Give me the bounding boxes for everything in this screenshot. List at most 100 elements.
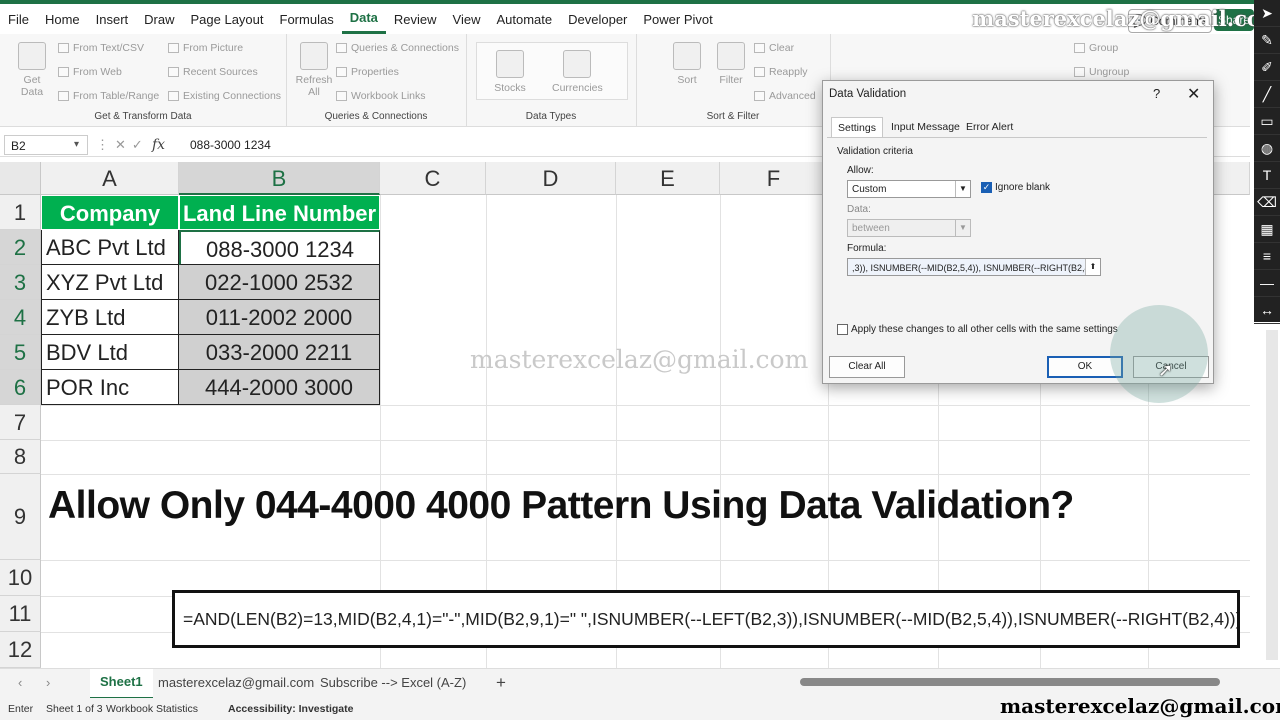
tab-home[interactable]: Home — [37, 8, 88, 32]
tab-draw[interactable]: Draw — [136, 8, 182, 32]
queries-connections-button[interactable]: Queries & Connections — [336, 42, 459, 54]
sheet-tab-subscribe[interactable]: Subscribe --> Excel (A-Z) — [310, 669, 476, 697]
row-header-9[interactable]: 9 — [0, 474, 41, 560]
cell-b5[interactable]: 033-2000 2211 — [179, 335, 380, 370]
row-header-5[interactable]: 5 — [0, 335, 41, 370]
column-header-a[interactable]: A — [41, 162, 179, 195]
chevron-right-icon[interactable]: › — [46, 675, 50, 690]
row-header-8[interactable]: 8 — [0, 440, 41, 474]
chevron-down-icon[interactable]: ▾ — [74, 135, 79, 155]
tab-file[interactable]: File — [0, 8, 37, 32]
row-header-4[interactable]: 4 — [0, 300, 41, 335]
dialog-tab-input-message[interactable]: Input Message — [885, 117, 966, 137]
tab-view[interactable]: View — [445, 8, 489, 32]
row-header-1[interactable]: 1 — [0, 195, 41, 230]
minimize-icon[interactable]: — — [1254, 270, 1280, 297]
pen-icon[interactable]: ✎ — [1254, 27, 1280, 54]
collapse-icon[interactable]: ⬆ — [1085, 259, 1100, 275]
tab-developer[interactable]: Developer — [560, 8, 635, 32]
eraser-icon[interactable]: ⌫ — [1254, 189, 1280, 216]
formula-input[interactable]: 088-3000 1234 — [190, 135, 271, 155]
cell-b4[interactable]: 011-2002 2000 — [179, 300, 380, 335]
workbook-links-button[interactable]: Workbook Links — [336, 90, 426, 102]
dialog-tab-error-alert[interactable]: Error Alert — [960, 117, 1019, 137]
workbook-statistics[interactable]: Workbook Statistics — [106, 698, 198, 720]
cell-a5[interactable]: BDV Ltd — [41, 335, 179, 370]
checker-icon[interactable]: ▦ — [1254, 216, 1280, 243]
from-table-range-button[interactable]: From Table/Range — [58, 90, 159, 102]
horizontal-scrollbar[interactable] — [800, 678, 1220, 686]
from-web-button[interactable]: From Web — [58, 66, 122, 78]
cell-a2[interactable]: ABC Pvt Ltd — [41, 230, 179, 265]
expand-icon[interactable]: ↔ — [1254, 297, 1280, 324]
row-header-7[interactable]: 7 — [0, 405, 41, 440]
formula-input-field[interactable]: ,3)), ISNUMBER(--MID(B2,5,4)), ISNUMBER(… — [847, 258, 1101, 276]
column-header-e[interactable]: E — [616, 162, 720, 195]
row-header-11[interactable]: 11 — [0, 596, 41, 632]
cell-a3[interactable]: XYZ Pvt Ltd — [41, 265, 179, 300]
allow-select[interactable]: Custom ▼ — [847, 180, 971, 198]
cell-b6[interactable]: 444-2000 3000 — [179, 370, 380, 405]
palette-icon[interactable]: ◍ — [1254, 135, 1280, 162]
filter-button[interactable]: Filter — [716, 42, 746, 86]
sort-button[interactable]: Sort — [672, 42, 702, 86]
chevron-left-icon[interactable]: ‹ — [18, 675, 22, 690]
advanced-button[interactable]: Advanced — [754, 90, 816, 102]
ignore-blank-checkbox[interactable]: ✓ — [981, 182, 992, 193]
ungroup-button[interactable]: Ungroup — [1074, 66, 1129, 78]
row-header-6[interactable]: 6 — [0, 370, 41, 405]
cell-a6[interactable]: POR Inc — [41, 370, 179, 405]
vertical-scrollbar[interactable] — [1266, 330, 1278, 660]
cell-b3[interactable]: 022-1000 2532 — [179, 265, 380, 300]
tab-data[interactable]: Data — [341, 7, 386, 34]
rectangle-icon[interactable]: ▭ — [1254, 108, 1280, 135]
column-header-d[interactable]: D — [486, 162, 616, 195]
row-header-3[interactable]: 3 — [0, 265, 41, 300]
reapply-button[interactable]: Reapply — [754, 66, 808, 78]
get-data-button[interactable]: Get Data — [12, 42, 52, 98]
menu-icon[interactable]: ≡ — [1254, 243, 1280, 270]
data-select[interactable]: between ▼ — [847, 219, 971, 237]
tab-formulas[interactable]: Formulas — [272, 8, 342, 32]
column-header-f[interactable]: F — [720, 162, 828, 195]
close-icon[interactable]: ✕ — [1187, 84, 1200, 104]
cell-a4[interactable]: ZYB Ltd — [41, 300, 179, 335]
cursor-icon[interactable]: ➤ — [1254, 0, 1280, 27]
group-button[interactable]: Group — [1074, 42, 1118, 54]
sheet-tab-email[interactable]: masterexcelaz@gmail.com — [148, 669, 324, 697]
row-header-12[interactable]: 12 — [0, 632, 41, 668]
help-icon[interactable]: ? — [1153, 86, 1160, 101]
tab-power-pivot[interactable]: Power Pivot — [635, 8, 720, 32]
tab-insert[interactable]: Insert — [88, 8, 137, 32]
existing-connections-button[interactable]: Existing Connections — [168, 90, 281, 102]
from-text-csv-button[interactable]: From Text/CSV — [58, 42, 144, 54]
column-header-c[interactable]: C — [380, 162, 486, 195]
text-icon[interactable]: T — [1254, 162, 1280, 189]
add-sheet-button[interactable]: + — [486, 669, 516, 697]
properties-button[interactable]: Properties — [336, 66, 399, 78]
currencies-button[interactable]: Currencies — [552, 50, 603, 94]
tab-page-layout[interactable]: Page Layout — [183, 8, 272, 32]
accessibility-status[interactable]: Accessibility: Investigate — [228, 698, 353, 720]
recent-sources-button[interactable]: Recent Sources — [168, 66, 258, 78]
line-icon[interactable]: ╱ — [1254, 81, 1280, 108]
row-header-10[interactable]: 10 — [0, 560, 41, 596]
apply-to-all-checkbox[interactable] — [837, 324, 848, 335]
insert-function-button[interactable]: fx — [152, 135, 165, 155]
cell-b2[interactable]: 088-3000 1234 — [179, 230, 380, 265]
header-land-line[interactable]: Land Line Number — [179, 195, 380, 230]
tab-automate[interactable]: Automate — [488, 8, 560, 32]
tab-review[interactable]: Review — [386, 8, 445, 32]
sheet-tab-sheet1[interactable]: Sheet1 — [90, 669, 153, 700]
stocks-button[interactable]: Stocks — [490, 50, 530, 94]
header-company[interactable]: Company — [41, 195, 179, 230]
marker-icon[interactable]: ✐ — [1254, 54, 1280, 81]
row-header-2[interactable]: 2 — [0, 230, 41, 265]
formula-controls[interactable]: ⋮✕✓ — [96, 135, 149, 155]
refresh-all-button[interactable]: Refresh All — [294, 42, 334, 98]
select-all-corner[interactable] — [0, 162, 41, 195]
column-header-b[interactable]: B — [179, 162, 380, 195]
clear-button[interactable]: Clear — [754, 42, 794, 54]
dialog-tab-settings[interactable]: Settings — [831, 117, 883, 138]
clear-all-button[interactable]: Clear All — [829, 356, 905, 378]
